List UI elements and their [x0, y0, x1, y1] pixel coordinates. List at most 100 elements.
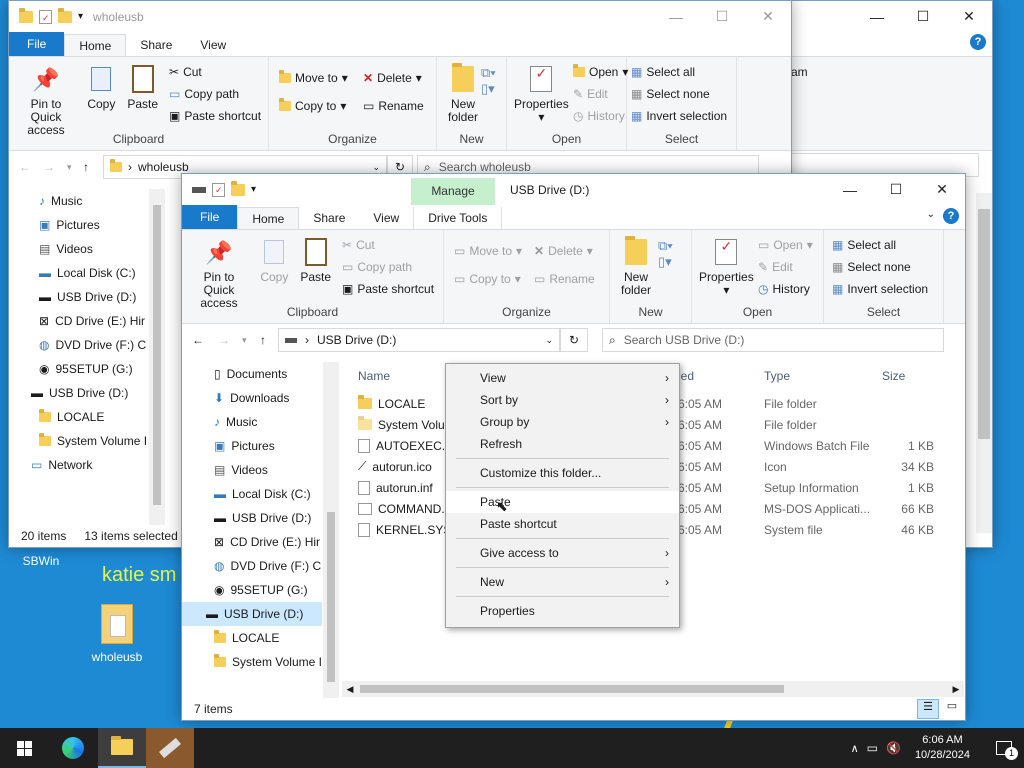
invert-selection-button[interactable]: ▦ Invert selection	[832, 278, 928, 300]
help-icon[interactable]: ?	[970, 34, 986, 50]
dropdown-icon[interactable]: ▾	[67, 162, 83, 173]
copy-to-button[interactable]: Copy to ▾	[279, 95, 348, 117]
nav-item-pictures[interactable]: ▣ Pictures	[214, 434, 322, 458]
new-item-icon[interactable]: ⧉▾ ▯▾	[658, 238, 673, 270]
menu-item-sort-by[interactable]: Sort by ›	[446, 389, 679, 411]
nav-item-documents[interactable]: ▯ Documents	[214, 362, 322, 386]
nav-item-cd-drive[interactable]: ⊠ CD Drive (E:) Hir	[214, 530, 322, 554]
nav-item-dvd-drive[interactable]: ◍ DVD Drive (F:) C	[39, 333, 149, 357]
edge-taskbar-button[interactable]	[48, 728, 98, 768]
minimize-button[interactable]: —	[653, 1, 699, 32]
open-button[interactable]: ▭ Open ▾	[758, 234, 813, 256]
menu-item-give-access[interactable]: Give access to ›	[446, 542, 679, 564]
desktop-icon-wholeusb[interactable]: wholeusb	[82, 604, 152, 664]
nav-item-local-disk[interactable]: ▬ Local Disk (C:)	[214, 482, 322, 506]
manage-context-tab[interactable]: Manage	[411, 178, 495, 205]
volume-muted-icon[interactable]: 🔇	[886, 741, 901, 755]
close-button[interactable]: ✕	[919, 174, 965, 205]
move-to-button[interactable]: ▭ Move to ▾	[454, 240, 522, 262]
search-box[interactable]: ⌕ Search USB Drive (D:)	[602, 328, 944, 352]
select-all-button[interactable]: ▦ Select all	[832, 234, 928, 256]
minimize-button[interactable]: —	[854, 1, 900, 32]
new-item-icon[interactable]: ⧉▾ ▯▾	[481, 65, 496, 97]
tab-home[interactable]: Home	[237, 207, 300, 229]
tab-home[interactable]: Home	[64, 34, 127, 56]
large-icons-view-button[interactable]: ▭	[942, 699, 962, 719]
rename-button[interactable]: ▭ Rename	[363, 95, 424, 117]
nav-scrollbar[interactable]	[149, 189, 165, 525]
pin-quick-access-button[interactable]: 📌 Pin to Quick access	[16, 61, 76, 137]
navigation-pane[interactable]: ♪ Music ▣ Pictures ▤ Videos ▬ Local Disk (C:…	[31, 189, 149, 477]
paste-button[interactable]: Paste	[127, 61, 159, 111]
nav-item-videos[interactable]: ▤ Videos	[214, 458, 322, 482]
scrollbar[interactable]	[976, 193, 992, 533]
properties-qat-icon[interactable]: ✓	[39, 9, 52, 24]
tab-drive-tools[interactable]: Drive Tools	[413, 207, 503, 229]
notification-center-button[interactable]: 1	[984, 728, 1024, 768]
menu-item-paste-shortcut[interactable]: Paste shortcut	[446, 513, 679, 535]
cut-button[interactable]: ✂ Cut	[342, 234, 434, 256]
properties-button[interactable]: ✓ Properties ▾	[514, 61, 569, 124]
title-bar[interactable]: ✓ ▾ wholeusb — ☐ ✕	[9, 1, 791, 32]
copy-to-button[interactable]: ▭ Copy to ▾	[454, 268, 522, 290]
nav-item-system-volume[interactable]: System Volume I	[39, 429, 149, 453]
forward-arrow-icon[interactable]: →	[43, 160, 67, 174]
refresh-button[interactable]: ↻	[560, 328, 588, 352]
tab-view[interactable]: View	[359, 207, 413, 229]
history-button[interactable]: ◷ History	[573, 105, 628, 127]
rename-button[interactable]: ▭ Rename	[534, 268, 595, 290]
nav-item-music[interactable]: ♪ Music	[214, 410, 322, 434]
maximize-button[interactable]: ☐	[873, 174, 919, 205]
chevron-up-icon[interactable]: ∧	[851, 742, 859, 755]
address-dropdown-icon[interactable]: ⌄	[545, 335, 553, 346]
horizontal-scrollbar[interactable]: ◀ ▶	[342, 681, 964, 697]
column-date[interactable]: ied	[678, 369, 764, 383]
column-type[interactable]: Type	[764, 369, 882, 383]
nav-scrollbar[interactable]	[323, 362, 339, 698]
column-size[interactable]: Size	[882, 369, 942, 383]
nav-item-downloads[interactable]: ⬇ Downloads	[214, 386, 322, 410]
nav-item-locale[interactable]: LOCALE	[39, 405, 149, 429]
nav-item-cd-drive[interactable]: ⊠ CD Drive (E:) Hir	[39, 309, 149, 333]
context-menu[interactable]: View › Sort by › Group by › Refresh Customi…	[445, 363, 680, 628]
nav-item-usb-drive-selected[interactable]: ▬ USB Drive (D:)	[182, 602, 322, 626]
nav-item-videos[interactable]: ▤ Videos	[39, 237, 149, 261]
cut-button[interactable]: ✂ Cut	[169, 61, 261, 83]
edit-button[interactable]: ✎ Edit	[573, 83, 628, 105]
nav-item-pictures[interactable]: ▣ Pictures	[39, 213, 149, 237]
maximize-button[interactable]: ☐	[699, 1, 745, 32]
copy-button[interactable]: Copy	[258, 234, 290, 284]
address-dropdown-icon[interactable]: ⌄	[372, 162, 380, 173]
select-none-button[interactable]: ▦ Select none	[832, 256, 928, 278]
minimize-button[interactable]: —	[827, 174, 873, 205]
invert-selection-button[interactable]: ▦ Invert selection	[631, 105, 727, 127]
dropdown-icon[interactable]: ▾	[242, 335, 260, 346]
close-button[interactable]: ✕	[946, 1, 992, 32]
help-icon[interactable]: ?	[943, 208, 959, 224]
menu-item-properties[interactable]: Properties	[446, 600, 679, 622]
paste-button[interactable]: Paste	[300, 234, 332, 284]
network-icon[interactable]: ▭	[867, 741, 878, 755]
menu-item-new[interactable]: New ›	[446, 571, 679, 593]
delete-button[interactable]: ✕ Delete ▾	[534, 240, 595, 262]
qat-dropdown-icon[interactable]: ▾	[78, 11, 83, 22]
nav-item-locale[interactable]: LOCALE	[214, 626, 322, 650]
clock[interactable]: 6:06 AM 10/28/2024	[915, 733, 970, 763]
file-explorer-taskbar-button[interactable]	[98, 728, 146, 768]
details-view-button[interactable]: ☰	[917, 699, 939, 719]
ribbon-expand-icon[interactable]: ⌄	[927, 209, 935, 220]
copy-path-button[interactable]: ▭ Copy path	[169, 83, 261, 105]
up-arrow-icon[interactable]: ↑	[83, 160, 103, 174]
nav-item-system-volume[interactable]: System Volume I	[214, 650, 322, 674]
start-button[interactable]	[0, 728, 48, 768]
delete-button[interactable]: ✕ Delete ▾	[363, 67, 424, 89]
menu-item-paste[interactable]: Paste ⬉	[446, 491, 679, 514]
copy-path-button[interactable]: ▭ Copy path	[342, 256, 434, 278]
properties-button[interactable]: ✓ Properties ▾	[699, 234, 754, 297]
menu-item-view[interactable]: View ›	[446, 367, 679, 389]
tab-share[interactable]: Share	[299, 207, 359, 229]
up-arrow-icon[interactable]: ↑	[260, 333, 278, 347]
open-button[interactable]: Open ▾	[573, 61, 628, 83]
new-folder-button[interactable]: New folder	[445, 61, 481, 124]
usb-app-taskbar-button[interactable]	[146, 728, 194, 768]
